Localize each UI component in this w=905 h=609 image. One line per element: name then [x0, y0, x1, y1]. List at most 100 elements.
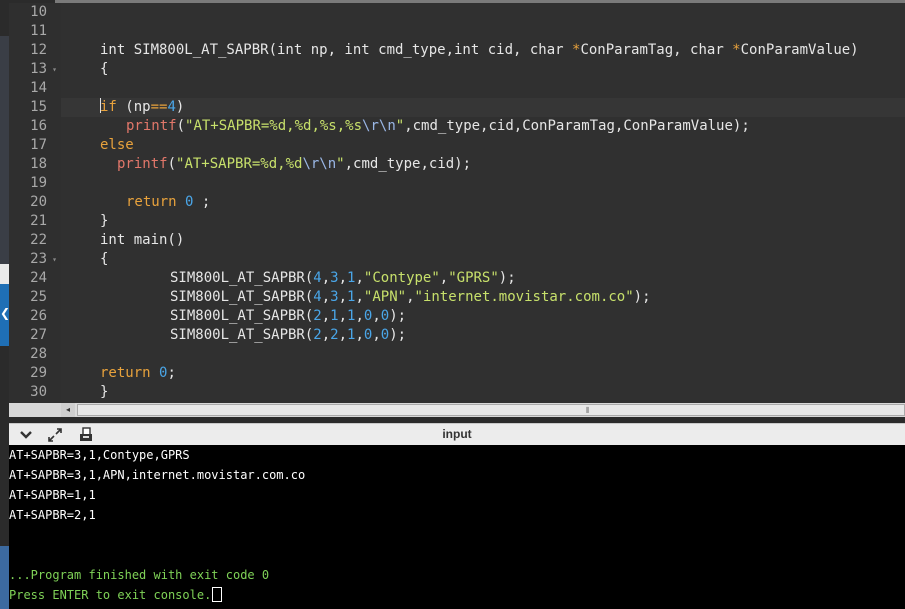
code-area[interactable]: int SIM800L_AT_SAPBR(int np, int cmd_typ… [61, 3, 905, 403]
code-line-16[interactable]: printf("AT+SAPBR=%d,%d,%s,%s\r\n",cmd_ty… [61, 117, 905, 136]
code-token: ; [193, 194, 211, 210]
code-token-function: printf [126, 118, 177, 134]
collapse-console-button[interactable] [17, 426, 35, 444]
exit-prompt-text: Press ENTER to exit console. [9, 588, 212, 602]
code-line-10[interactable] [61, 3, 905, 22]
copy-console-button[interactable] [77, 426, 95, 444]
code-token: , [406, 289, 415, 305]
line-number-gutter: 10 11 12 13 ▾ 14 15 16 17 18 19 20 21 22 23 ▾ 24 25 26 27 28… [9, 3, 61, 403]
line-number-15: 15 [30, 99, 47, 115]
code-token-number: 4 [313, 289, 322, 305]
code-line-19[interactable] [61, 174, 905, 193]
code-line-30[interactable]: } [61, 383, 905, 402]
expand-icon [48, 428, 62, 442]
code-token: ConParamValue) [740, 42, 859, 58]
code-token: , [355, 308, 364, 324]
fold-toggle-icon[interactable]: ▾ [52, 60, 57, 79]
code-line-12[interactable]: int SIM800L_AT_SAPBR(int np, int cmd_typ… [61, 41, 905, 60]
console-output[interactable]: AT+SAPBR=3,1,Contype,GPRS AT+SAPBR=3,1,A… [9, 445, 905, 609]
code-token: , [439, 270, 449, 286]
code-line-18[interactable]: printf("AT+SAPBR=%d,%d\r\n",cmd_type,cid… [61, 155, 905, 174]
code-token: , [372, 327, 381, 343]
code-token-number: 3 [330, 270, 339, 286]
code-token-string: "AT+SAPBR=%d,%d [176, 156, 303, 172]
line-number-22: 22 [30, 232, 47, 248]
code-token-escape: \r\n [302, 156, 337, 172]
code-token: ( [176, 118, 186, 134]
console-line: AT+SAPBR=2,1 [9, 508, 96, 522]
code-token: SIM800L_AT_SAPBR( [170, 327, 314, 343]
scroll-left-button[interactable]: ◂ [61, 403, 75, 417]
strip-band [0, 264, 9, 284]
code-token-keyword: return [126, 194, 186, 210]
code-line-25[interactable]: SIM800L_AT_SAPBR(4,3,1,"APN","internet.m… [61, 288, 905, 307]
console-line: AT+SAPBR=3,1,Contype,GPRS [9, 448, 190, 462]
code-line-21[interactable]: } [61, 212, 905, 231]
code-token-string: " [336, 156, 345, 172]
code-token: ,cmd_type,cid,ConParamTag,ConParamValue)… [404, 118, 750, 134]
code-token: , [355, 270, 364, 286]
expand-console-button[interactable] [46, 426, 64, 444]
strip-band [0, 36, 9, 264]
line-number-24: 24 [30, 270, 47, 286]
console-line: AT+SAPBR=1,1 [9, 488, 96, 502]
code-token: SIM800L_AT_SAPBR( [170, 289, 314, 305]
background-window-strip: ❮ [0, 0, 10, 609]
code-token: , [355, 289, 364, 305]
code-token-string: "AT+SAPBR=%d,%d,%s,%s [185, 118, 363, 134]
horizontal-scrollbar[interactable]: ◂ ⦀ [9, 403, 905, 417]
code-line-11[interactable] [61, 22, 905, 41]
code-token: SIM800L_AT_SAPBR( [170, 270, 314, 286]
console-line: AT+SAPBR=3,1,APN,internet.movistar.com.c… [9, 468, 306, 482]
console-cursor [212, 587, 223, 602]
code-line-20[interactable]: return 0 ; [61, 193, 905, 212]
code-token: , [355, 327, 364, 343]
code-line-14[interactable] [61, 79, 905, 98]
line-number-14: 14 [30, 80, 47, 96]
code-token-number: 0 [380, 327, 390, 343]
code-token: ConParamTag, char [580, 42, 733, 58]
code-line-26[interactable]: SIM800L_AT_SAPBR(2,1,1,0,0); [61, 307, 905, 326]
code-token: ); [389, 327, 407, 343]
code-line-29[interactable]: return 0; [61, 364, 905, 383]
code-line-28[interactable] [61, 345, 905, 364]
line-number-29: 29 [30, 365, 47, 381]
exit-status-line: ...Program finished with exit code 0 [9, 568, 270, 582]
code-line-13[interactable]: { [61, 60, 905, 79]
code-token-function: printf [117, 156, 168, 172]
scroll-left-icon: ◂ [65, 405, 70, 414]
code-token: SIM800L_AT_SAPBR( [170, 308, 314, 324]
code-token-number: 4 [167, 99, 176, 115]
code-token-number: 1 [330, 308, 339, 324]
scroll-thumb[interactable]: ⦀ [77, 404, 905, 416]
code-token-operator: * [732, 42, 741, 58]
code-token: ); [498, 270, 516, 286]
console-title: input [442, 427, 472, 441]
code-token-escape: \r\n [362, 118, 396, 134]
code-token: ) [175, 99, 185, 115]
line-number-26: 26 [30, 308, 47, 324]
code-editor[interactable]: 10 11 12 13 ▾ 14 15 16 17 18 19 20 21 22 23 ▾ 24 25 26 27 28… [9, 3, 905, 403]
code-token: ; [167, 365, 176, 381]
strip-band [0, 546, 9, 609]
code-token-string: "GPRS" [448, 270, 499, 286]
code-token: ,cmd_type,cid); [344, 156, 472, 172]
fold-toggle-icon[interactable]: ▾ [52, 250, 57, 269]
code-line-22[interactable]: int main() [61, 231, 905, 250]
line-number-11: 11 [30, 23, 47, 39]
code-line-23[interactable]: { [61, 250, 905, 269]
code-line-17[interactable]: else [61, 136, 905, 155]
line-number-27: 27 [30, 327, 47, 343]
code-token-operator: == [150, 99, 168, 115]
chevron-down-icon [20, 431, 32, 439]
code-token: , [372, 308, 381, 324]
code-token-number: 2 [330, 327, 339, 343]
code-token: (np [116, 99, 151, 115]
code-line-15[interactable]: if (np==4) [61, 98, 905, 117]
code-line-24[interactable]: SIM800L_AT_SAPBR(4,3,1,"Contype","GPRS")… [61, 269, 905, 288]
code-token: , [321, 308, 331, 324]
copy-icon [80, 427, 92, 441]
code-token-keyword: return [100, 365, 160, 381]
line-number-28: 28 [30, 346, 47, 362]
code-line-27[interactable]: SIM800L_AT_SAPBR(2,2,1,0,0); [61, 326, 905, 345]
